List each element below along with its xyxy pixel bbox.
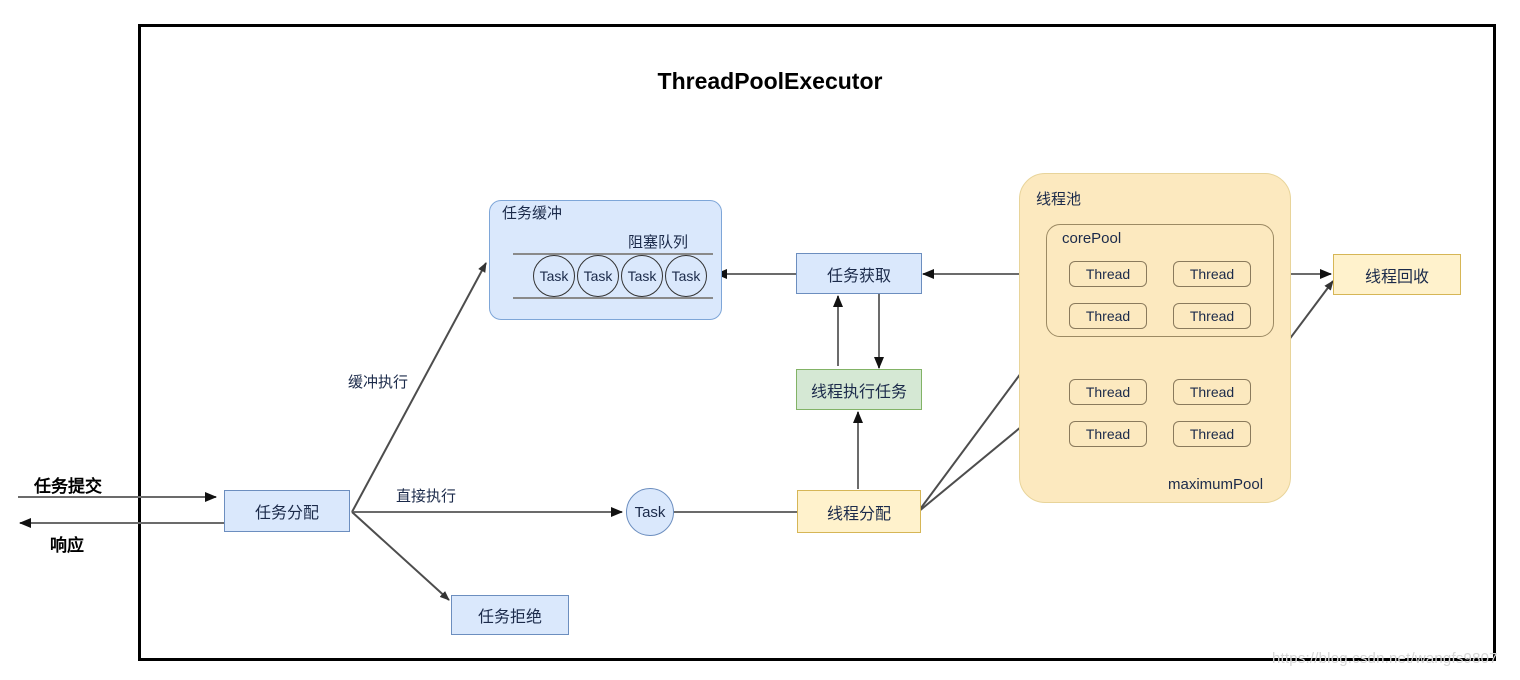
node-task-circle[interactable]: Task bbox=[626, 488, 674, 536]
node-task-fetch-label: 任务获取 bbox=[826, 267, 891, 285]
node-thread-recycle[interactable]: 线程回收 bbox=[1333, 254, 1461, 295]
queue-task-item[interactable]: Task bbox=[665, 255, 707, 297]
queue-rail-bottom bbox=[513, 297, 713, 299]
core-thread-chip[interactable]: Thread bbox=[1173, 261, 1251, 287]
node-thread-execute-task[interactable]: 线程执行任务 bbox=[796, 369, 922, 410]
max-thread-label: Thread bbox=[1085, 384, 1131, 400]
node-task-dispatch-label: 任务分配 bbox=[254, 505, 319, 522]
max-thread-label: Thread bbox=[1189, 384, 1235, 400]
max-thread-label: Thread bbox=[1085, 426, 1131, 442]
core-thread-label: Thread bbox=[1189, 308, 1235, 324]
queue-task-item[interactable]: Task bbox=[621, 255, 663, 297]
node-task-circle-label: Task bbox=[634, 503, 666, 521]
node-task-fetch[interactable]: 任务获取 bbox=[796, 253, 922, 294]
connector-layer bbox=[18, 262, 1334, 601]
panel-thread-pool-title: 线程池 bbox=[1036, 191, 1082, 208]
queue-task-label: Task bbox=[539, 268, 569, 284]
core-thread-chip[interactable]: Thread bbox=[1173, 303, 1251, 329]
core-thread-label: Thread bbox=[1189, 266, 1235, 282]
panel-maximum-pool-title: maximumPool bbox=[1168, 476, 1264, 493]
label-task-submit: 任务提交 bbox=[34, 477, 102, 496]
node-thread-execute-task-label: 线程执行任务 bbox=[810, 383, 907, 401]
panel-core-pool-title: corePool bbox=[1062, 230, 1122, 247]
watermark: https://blog.csdn.net/wangfs9807 bbox=[1272, 650, 1498, 667]
node-task-reject-label: 任务拒绝 bbox=[477, 609, 542, 626]
label-direct-execute: 直接执行 bbox=[396, 488, 457, 505]
core-thread-chip[interactable]: Thread bbox=[1069, 303, 1147, 329]
node-thread-recycle-label: 线程回收 bbox=[1364, 268, 1429, 286]
max-thread-chip[interactable]: Thread bbox=[1173, 421, 1251, 447]
node-task-dispatch[interactable]: 任务分配 bbox=[224, 490, 350, 532]
node-task-reject[interactable]: 任务拒绝 bbox=[451, 595, 569, 635]
core-thread-label: Thread bbox=[1085, 266, 1131, 282]
diagram-canvas: ThreadPoolExecutor 任务提交 响应 任务分配 任务拒绝 缓冲执… bbox=[0, 0, 1520, 680]
label-buffer-execute: 缓冲执行 bbox=[348, 374, 409, 391]
edge-task-reject bbox=[351, 511, 450, 601]
queue-task-label: Task bbox=[671, 268, 701, 284]
max-thread-label: Thread bbox=[1189, 426, 1235, 442]
queue-task-item[interactable]: Task bbox=[533, 255, 575, 297]
core-thread-chip[interactable]: Thread bbox=[1069, 261, 1147, 287]
max-thread-chip[interactable]: Thread bbox=[1173, 379, 1251, 405]
queue-task-label: Task bbox=[583, 268, 613, 284]
max-thread-chip[interactable]: Thread bbox=[1069, 421, 1147, 447]
panel-thread-pool bbox=[1019, 173, 1291, 503]
blocking-queue-title: 阻塞队列 bbox=[628, 234, 689, 251]
node-thread-allocate[interactable]: 线程分配 bbox=[797, 490, 921, 533]
panel-task-buffer-title: 任务缓冲 bbox=[502, 205, 563, 222]
core-thread-label: Thread bbox=[1085, 308, 1131, 324]
node-thread-allocate-label: 线程分配 bbox=[826, 505, 891, 523]
queue-task-item[interactable]: Task bbox=[577, 255, 619, 297]
queue-task-label: Task bbox=[627, 268, 657, 284]
label-response: 响应 bbox=[50, 536, 84, 555]
max-thread-chip[interactable]: Thread bbox=[1069, 379, 1147, 405]
